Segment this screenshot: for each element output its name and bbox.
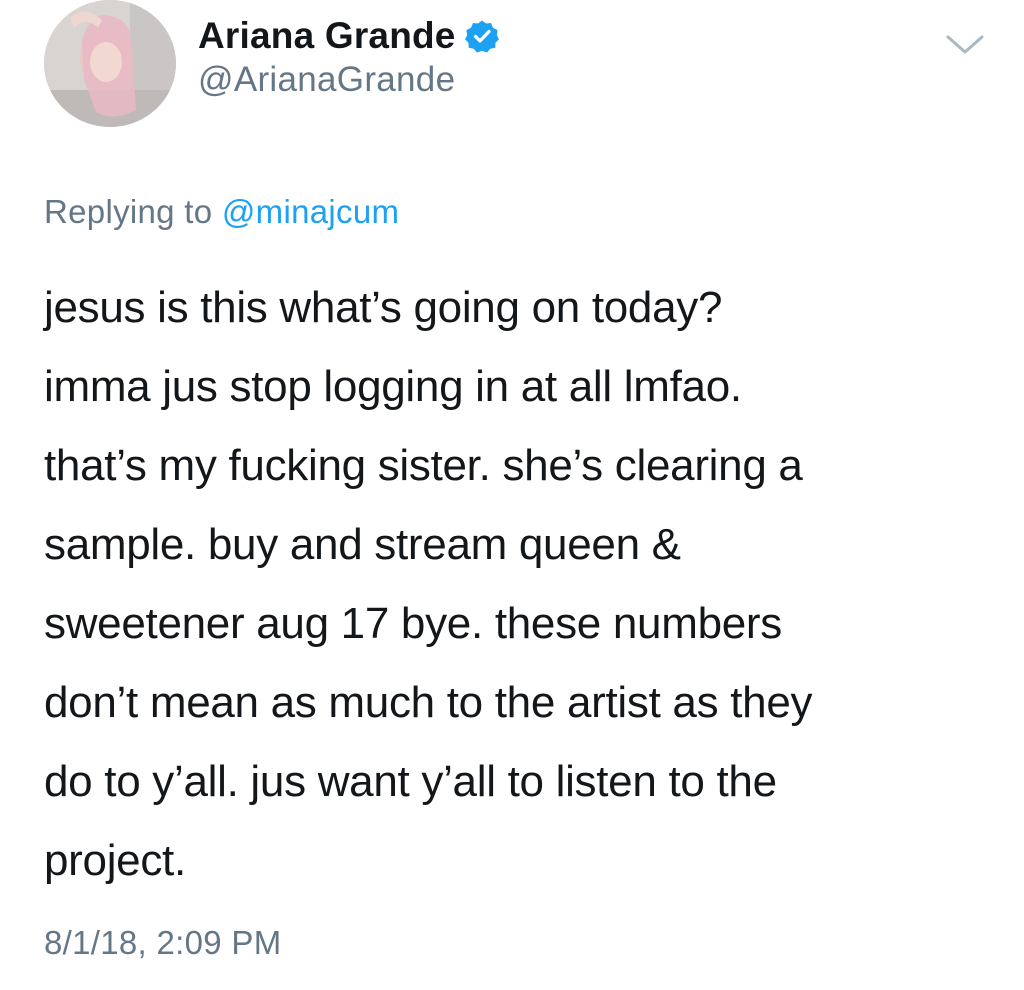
tweet-text-line: jesus is this what’s going on today? bbox=[44, 283, 723, 332]
tweet-text-line: sample. buy and stream queen & bbox=[44, 520, 681, 569]
tweet-timestamp[interactable]: 8/1/18, 2:09 PM bbox=[44, 924, 281, 962]
avatar-image bbox=[44, 0, 176, 127]
tweet-text: jesus is this what’s going on today? imm… bbox=[44, 268, 1004, 900]
author-name-row: Ariana Grande bbox=[198, 12, 499, 60]
tweet-text-line: that’s my fucking sister. she’s clearing… bbox=[44, 441, 803, 490]
tweet-text-line: sweetener aug 17 bye. these numbers bbox=[44, 599, 782, 648]
replying-to-line: Replying to @minajcum bbox=[44, 193, 399, 231]
reply-mention-link[interactable]: @minajcum bbox=[222, 193, 399, 230]
avatar[interactable] bbox=[44, 0, 176, 127]
tweet-text-line: don’t mean as much to the artist as they bbox=[44, 678, 813, 727]
author-display-name[interactable]: Ariana Grande bbox=[198, 15, 456, 57]
tweet-text-line: do to y’all. jus want y’all to listen to… bbox=[44, 757, 777, 806]
chevron-down-icon[interactable] bbox=[942, 28, 988, 60]
verified-badge-icon bbox=[464, 19, 499, 53]
author-handle[interactable]: @ArianaGrande bbox=[198, 60, 455, 100]
tweet-text-line: imma jus stop logging in at all lmfao. bbox=[44, 362, 742, 411]
replying-to-label: Replying to bbox=[44, 193, 213, 230]
tweet-text-line: project. bbox=[44, 836, 186, 885]
tweet-card: Ariana Grande @ArianaGrande Replying to … bbox=[0, 0, 1024, 990]
